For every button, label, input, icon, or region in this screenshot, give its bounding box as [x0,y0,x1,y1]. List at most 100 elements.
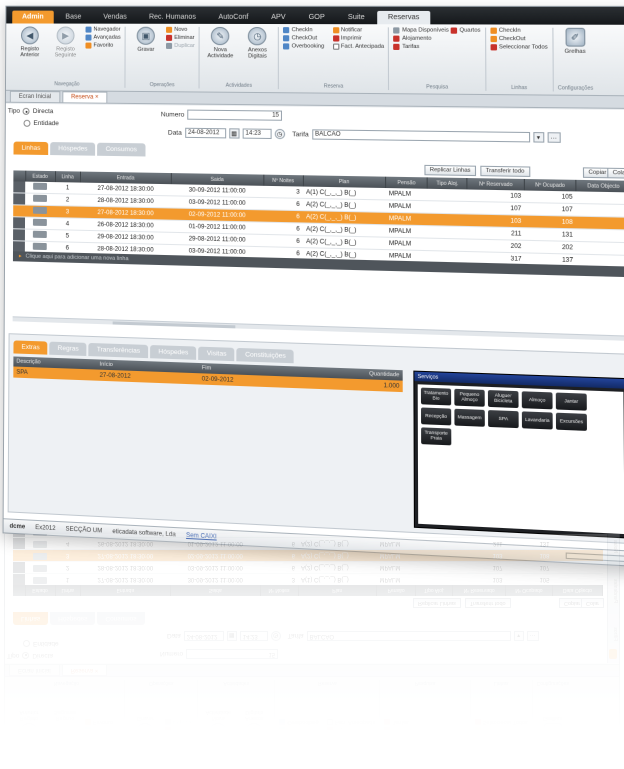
row-linha: 2 [54,193,81,207]
ribbon-group-navigation: ◀ Registo Anterior ▶ Registo Seguinte Na… [9,26,126,88]
lookup-button[interactable]: … [547,132,561,143]
tab-transferencias[interactable]: Transferências [88,342,149,359]
overbooking-button[interactable]: Overbooking [283,43,324,50]
navegador-button[interactable]: Navegador [85,26,121,33]
tarifa-field[interactable]: BALCAO [311,129,530,143]
notificar-button[interactable]: Notificar [332,27,385,33]
service-button[interactable]: Massagem [454,408,485,427]
data-field[interactable]: 24-08-2012 [184,127,226,139]
group-title-reserva: Reserva [323,83,344,90]
close-icon[interactable]: × [95,95,99,101]
tab-regras[interactable]: Regras [49,341,87,357]
service-button[interactable]: Lavandaria [521,411,553,430]
tab-hospedes[interactable]: Hóspedes [50,142,96,156]
tipo-row: Tipo Directa [8,108,54,115]
menu-tab-base[interactable]: Base [55,11,91,24]
tab-extras[interactable]: Extras [13,340,48,355]
arrow-right-icon: ▶ [56,26,75,45]
clock-icon[interactable]: ◷ [274,128,285,140]
checkout-label: CheckOut [291,35,318,42]
menu-tab-reservas[interactable]: Reservas [377,10,431,25]
numero-field[interactable]: 15 [187,109,283,121]
save-button[interactable]: ▣ Gravar [130,26,162,53]
reflection-fade [4,534,620,769]
col-pensao[interactable]: Pensão [385,176,428,189]
menu-tab-gop[interactable]: GOP [298,11,335,24]
tab-visitas[interactable]: Visitas [198,346,235,362]
tab-linhas[interactable]: Linhas [13,141,49,156]
fact-antecipada-checkbox[interactable]: Fact. Antecipada [332,43,384,50]
lines-checkin-button[interactable]: CheckIn [490,27,547,34]
clock-icon: ◷ [248,27,267,46]
app-stage: Admin Base Vendas Rec. Humanos AutoConf … [2,5,624,568]
checkin-icon [283,27,290,34]
menu-tab-vendas[interactable]: Vendas [93,11,137,24]
service-button[interactable]: Excursões [555,412,587,431]
delete-button[interactable]: Eliminar [166,34,195,41]
tipo-directa-radio[interactable] [22,107,30,115]
menu-tab-rec-humanos[interactable]: Rec. Humanos [139,11,206,24]
row-edit-button[interactable] [32,218,47,227]
col-estado[interactable]: Estado [25,170,56,183]
next-record-button[interactable]: ▶ Registo Seguinte [50,26,82,59]
row-edit-button[interactable] [32,230,47,239]
service-button[interactable]: Jantar [555,392,587,411]
col-data-objecto[interactable]: Data Objecto [575,179,624,193]
tab-constituicoes[interactable]: Constituições [236,347,295,364]
service-button[interactable]: Pequeno Almoço [454,388,485,407]
previous-record-button[interactable]: ◀ Registo Anterior [14,26,46,58]
tarifas-button[interactable]: Tarifas [393,43,481,51]
service-button[interactable]: Tratamento Bio [420,387,452,406]
col-reservado[interactable]: Nº Reservado [467,178,525,191]
colar-button[interactable]: Colar [607,167,624,179]
duplicate-button[interactable]: Duplicar [166,42,195,49]
col-tipo-aloj[interactable]: Tipo Aloj. [427,177,468,190]
row-indicator [13,192,26,206]
menu-tab-autoconf[interactable]: AutoConf [208,11,259,24]
menu-tab-apv[interactable]: APV [261,11,296,24]
tab-consumos[interactable]: Consumos [97,142,146,157]
dropdown-arrow-icon[interactable]: ▾ [532,132,544,143]
lines-checkout-button[interactable]: CheckOut [490,35,547,42]
select-all-button[interactable]: Seleccionar Todos [490,44,548,51]
row-edit-button[interactable] [33,206,47,214]
avancadas-button[interactable]: Avançadas [85,34,121,41]
favorito-button[interactable]: Favorito [85,42,120,49]
menu-tab-suite[interactable]: Suite [337,11,375,24]
col-noites[interactable]: Nº Noites [263,174,303,187]
row-state-button [24,229,55,242]
service-button[interactable]: Aluguer Bicicleta [487,390,519,409]
menu-tab-admin[interactable]: Admin [12,10,54,24]
col-indicator [13,170,26,182]
service-button[interactable]: SPA [488,410,519,429]
row-edit-button[interactable] [33,182,48,190]
col-linha[interactable]: Linha [55,171,81,183]
col-ocupado[interactable]: Nº Ocupado [524,178,576,192]
tab-hospedes-extra[interactable]: Hóspedes [150,345,197,360]
tipo-entidade-radio[interactable] [23,119,31,127]
ribbon-group-operations: ▣ Gravar Novo Eliminar Duplicar Operaçõe… [125,26,200,89]
calendar-icon[interactable]: ▦ [228,128,240,139]
hora-field[interactable]: 14:23 [242,128,272,140]
service-button[interactable]: Transporte Praia [421,427,452,446]
digital-attachments-button[interactable]: ◷ Anexos Digitais [241,27,274,60]
imprimir-button[interactable]: Imprimir [332,35,385,42]
replicar-linhas-button[interactable]: Replicar Linhas [424,164,476,177]
alojamento-button[interactable]: Alojamento [393,35,481,42]
new-activity-button[interactable]: ✎ Nova Actividade [204,26,237,59]
service-button[interactable]: Recepção [420,407,452,426]
row-edit-button[interactable] [32,242,47,251]
scrollbar-thumb[interactable] [112,321,236,329]
row-edit-button[interactable] [33,194,48,202]
checkin-button[interactable]: CheckIn [283,27,324,33]
grelhas-button[interactable]: ✐ Grelhas [557,27,592,55]
transferir-todo-button[interactable]: Transferir todo [480,165,530,177]
service-button[interactable]: Almoço [521,391,553,410]
checkout-button[interactable]: CheckOut [283,35,324,41]
new-button[interactable]: Novo [166,26,195,33]
doc-tab-reserva[interactable]: Reserva × [62,91,108,103]
alojamento-label: Alojamento [402,35,432,42]
row-state-button [25,205,55,218]
doc-tab-ecran-inicial[interactable]: Ecran Inicial [9,90,61,103]
mapa-disponiveis-button[interactable]: Mapa Disponíveis Quartos [393,27,481,34]
